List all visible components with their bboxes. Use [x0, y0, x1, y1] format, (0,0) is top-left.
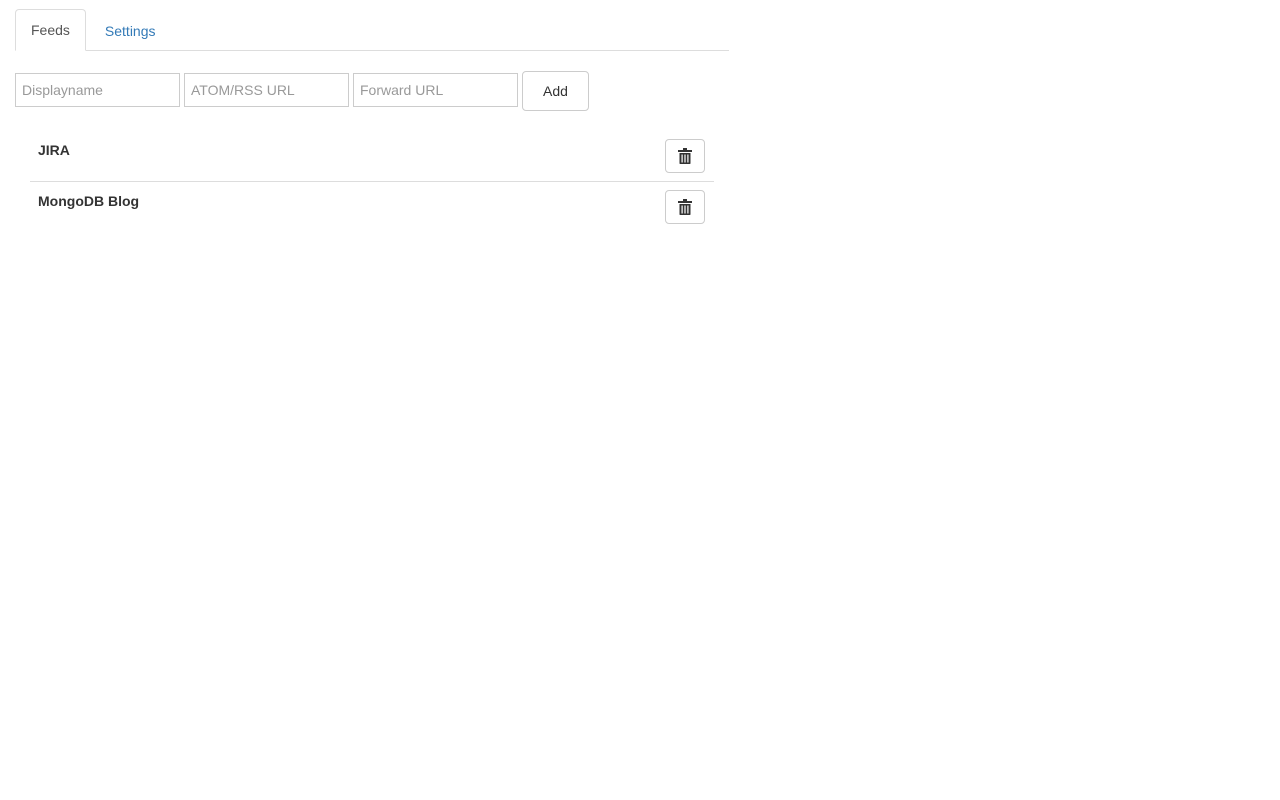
delete-feed-button[interactable]: [665, 190, 705, 224]
trash-icon: [678, 199, 692, 215]
nav-tabs: Feeds Settings: [15, 9, 729, 51]
forward-url-input[interactable]: [353, 73, 518, 107]
feed-item: MongoDB Blog: [30, 181, 714, 232]
feed-list: JIRA MongoDB Blog: [30, 130, 714, 232]
tab-feeds[interactable]: Feeds: [15, 9, 86, 51]
displayname-input[interactable]: [15, 73, 180, 107]
feed-item: JIRA: [30, 130, 714, 181]
feed-name: MongoDB Blog: [38, 193, 140, 209]
feed-url-input[interactable]: [184, 73, 349, 107]
add-button[interactable]: Add: [522, 71, 589, 111]
tab-settings[interactable]: Settings: [89, 10, 172, 51]
add-feed-form: Add: [15, 71, 589, 111]
delete-feed-button[interactable]: [665, 139, 705, 173]
trash-icon: [678, 148, 692, 164]
feed-name: JIRA: [38, 142, 70, 158]
page: Feeds Settings Add JIRA MongoDB Blog: [0, 0, 1280, 800]
